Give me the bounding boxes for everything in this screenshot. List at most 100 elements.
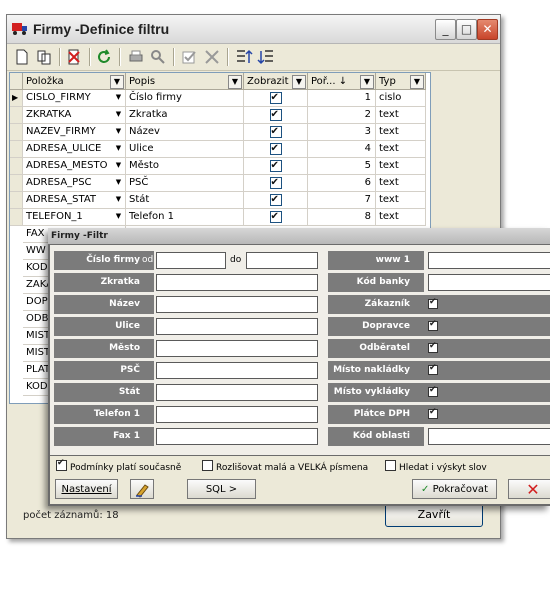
- settings-button[interactable]: Nastavení: [55, 479, 118, 499]
- filter-input[interactable]: [428, 428, 550, 445]
- continue-button[interactable]: ✓ Pokračovat: [412, 479, 497, 499]
- id-from-input[interactable]: [156, 252, 226, 269]
- refresh-icon[interactable]: [95, 48, 113, 66]
- print-icon[interactable]: [127, 48, 145, 66]
- description-cell[interactable]: Stát: [126, 192, 244, 209]
- dropdown-icon[interactable]: ▼: [113, 194, 124, 205]
- option-search-anywhere[interactable]: Hledat i výskyt slov: [385, 460, 487, 473]
- type-cell[interactable]: text: [376, 107, 426, 124]
- order-cell[interactable]: 1: [308, 90, 376, 107]
- dropdown-icon[interactable]: ▼: [113, 109, 124, 120]
- type-cell[interactable]: text: [376, 175, 426, 192]
- field-name-cell[interactable]: TELEFON_1 ▼: [23, 209, 126, 226]
- move-down-icon[interactable]: [257, 48, 275, 66]
- show-checkbox[interactable]: [269, 192, 282, 208]
- filter-input[interactable]: [156, 406, 318, 423]
- field-name-cell[interactable]: ADRESA_ULICE ▼: [23, 141, 126, 158]
- show-cell[interactable]: [244, 192, 308, 209]
- filter-input[interactable]: [156, 296, 318, 313]
- type-cell[interactable]: text: [376, 192, 426, 209]
- description-cell[interactable]: Město: [126, 158, 244, 175]
- dropdown-icon[interactable]: ▼: [113, 211, 124, 222]
- checkbox[interactable]: [202, 460, 213, 471]
- dropdown-icon[interactable]: ▼: [292, 75, 306, 89]
- checkbox[interactable]: [56, 458, 67, 471]
- row-indicator[interactable]: [10, 158, 23, 175]
- order-cell[interactable]: 6: [308, 175, 376, 192]
- field-name-cell[interactable]: ADRESA_PSC ▼: [23, 175, 126, 192]
- table-row[interactable]: ADRESA_MESTO▼Město 5text: [10, 158, 430, 175]
- order-cell[interactable]: 2: [308, 107, 376, 124]
- type-cell[interactable]: text: [376, 124, 426, 141]
- dropdown-icon[interactable]: ▼: [113, 92, 124, 103]
- table-row[interactable]: ADRESA_PSC▼PSČ 6text: [10, 175, 430, 192]
- option-all-conditions[interactable]: Podmínky platí současně: [56, 458, 181, 473]
- show-checkbox[interactable]: [269, 90, 282, 106]
- cancel-button[interactable]: ✕: [508, 479, 550, 499]
- column-header-zobrazit[interactable]: Zobrazit ▼: [244, 73, 308, 90]
- minimize-button[interactable]: _: [435, 19, 456, 40]
- description-cell[interactable]: Číslo firmy: [126, 90, 244, 107]
- row-indicator[interactable]: ▶: [10, 90, 23, 107]
- column-header-typ[interactable]: Typ ▼: [376, 73, 426, 90]
- row-indicator[interactable]: [10, 141, 23, 158]
- show-cell[interactable]: [244, 107, 308, 124]
- close-window-button[interactable]: ✕: [477, 19, 498, 40]
- dropdown-icon[interactable]: ▼: [113, 160, 124, 171]
- copy-document-icon[interactable]: [35, 48, 53, 66]
- dropdown-icon[interactable]: ▼: [110, 75, 124, 89]
- option-case-sensitive[interactable]: Rozlišovat malá a VELKÁ písmena: [202, 460, 368, 473]
- field-name-cell[interactable]: ADRESA_MESTO ▼: [23, 158, 126, 175]
- order-cell[interactable]: 5: [308, 158, 376, 175]
- filter-input[interactable]: [156, 318, 318, 335]
- delete-icon[interactable]: [65, 48, 83, 66]
- id-to-input[interactable]: [246, 252, 318, 269]
- order-cell[interactable]: 7: [308, 192, 376, 209]
- description-cell[interactable]: Zkratka: [126, 107, 244, 124]
- column-header-poradi[interactable]: Poř... ↓ ▼: [308, 73, 376, 90]
- row-indicator[interactable]: [10, 124, 23, 141]
- filter-checkbox[interactable]: [428, 385, 438, 397]
- filter-input[interactable]: [156, 384, 318, 401]
- row-indicator[interactable]: [10, 107, 23, 124]
- filter-input[interactable]: [156, 274, 318, 291]
- column-header-popis[interactable]: Popis ▼: [126, 73, 244, 90]
- order-cell[interactable]: 4: [308, 141, 376, 158]
- type-cell[interactable]: text: [376, 141, 426, 158]
- checkbox[interactable]: [385, 460, 396, 471]
- show-checkbox[interactable]: [269, 209, 282, 225]
- table-row[interactable]: ADRESA_STAT▼Stát 7text: [10, 192, 430, 209]
- description-cell[interactable]: PSČ: [126, 175, 244, 192]
- dropdown-icon[interactable]: ▼: [410, 75, 424, 89]
- field-name-cell[interactable]: CISLO_FIRMY ▼: [23, 90, 126, 107]
- type-cell[interactable]: cislo: [376, 90, 426, 107]
- dropdown-icon[interactable]: ▼: [228, 75, 242, 89]
- table-row[interactable]: TELEFON_1▼Telefon 1 8text: [10, 209, 430, 226]
- row-indicator[interactable]: [10, 192, 23, 209]
- show-checkbox[interactable]: [269, 124, 282, 140]
- description-cell[interactable]: Ulice: [126, 141, 244, 158]
- show-cell[interactable]: [244, 141, 308, 158]
- table-row[interactable]: ▶ CISLO_FIRMY▼Číslo firmy 1cislo: [10, 90, 430, 107]
- table-row[interactable]: NAZEV_FIRMY▼Název 3text: [10, 124, 430, 141]
- field-name-cell[interactable]: NAZEV_FIRMY ▼: [23, 124, 126, 141]
- show-cell[interactable]: [244, 175, 308, 192]
- show-cell[interactable]: [244, 209, 308, 226]
- filter-checkbox[interactable]: [428, 341, 438, 353]
- filter-input[interactable]: [428, 252, 550, 269]
- maximize-button[interactable]: □: [456, 19, 477, 40]
- type-cell[interactable]: text: [376, 209, 426, 226]
- table-row[interactable]: ZKRATKA▼Zkratka 2text: [10, 107, 430, 124]
- table-row[interactable]: ADRESA_ULICE▼Ulice 4text: [10, 141, 430, 158]
- field-name-cell[interactable]: ZKRATKA ▼: [23, 107, 126, 124]
- show-checkbox[interactable]: [269, 158, 282, 174]
- show-checkbox[interactable]: [269, 107, 282, 123]
- description-cell[interactable]: Název: [126, 124, 244, 141]
- filter-checkbox[interactable]: [428, 407, 438, 419]
- filter-input[interactable]: [156, 428, 318, 445]
- show-checkbox[interactable]: [269, 175, 282, 191]
- sql-button[interactable]: SQL >: [187, 479, 256, 499]
- description-cell[interactable]: Telefon 1: [126, 209, 244, 226]
- dropdown-icon[interactable]: ▼: [113, 126, 124, 137]
- cancel-icon[interactable]: [203, 48, 221, 66]
